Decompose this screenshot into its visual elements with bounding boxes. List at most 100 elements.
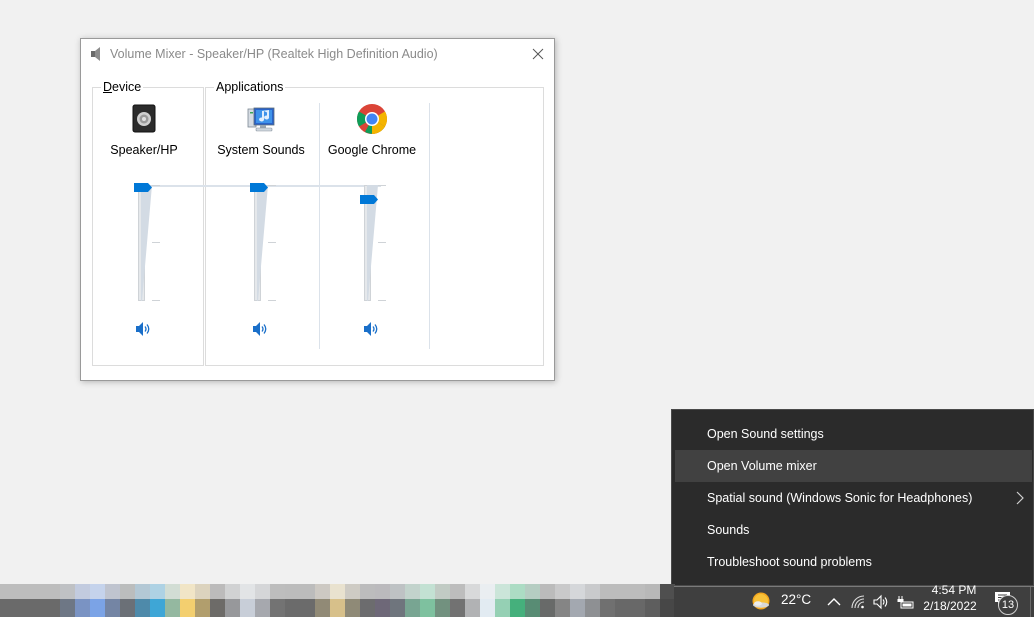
blur-cell <box>375 584 383 599</box>
channel-system-sounds: System Sounds <box>206 103 316 343</box>
blur-cell <box>307 599 315 614</box>
blur-cell <box>435 584 443 599</box>
blur-cell <box>255 599 263 614</box>
blur-cell <box>420 599 428 614</box>
blur-cell <box>562 584 570 599</box>
volume-level-wedge <box>257 185 268 301</box>
blur-cell <box>172 584 180 599</box>
menu-item-label: Troubleshoot sound problems <box>707 555 872 569</box>
blur-cell <box>187 584 195 599</box>
blur-cell <box>315 599 323 614</box>
mute-button[interactable] <box>363 321 381 337</box>
channel-speaker-hp: Speaker/HP <box>89 103 199 343</box>
volume-slider[interactable] <box>360 183 400 305</box>
blur-cell <box>120 584 128 599</box>
channel-name: Speaker/HP <box>110 143 178 157</box>
blur-cell <box>52 584 60 599</box>
menu-item-label: Open Volume mixer <box>707 459 817 473</box>
partly-sunny-icon[interactable] <box>750 591 772 613</box>
blur-cell <box>510 599 518 614</box>
blur-cell <box>652 584 660 599</box>
mute-button[interactable] <box>135 321 153 337</box>
slider-tick <box>152 242 160 243</box>
applications-group-label: Applications <box>214 79 286 95</box>
blur-cell <box>592 584 600 599</box>
mute-button[interactable] <box>252 321 270 337</box>
blur-cell <box>127 584 135 599</box>
blur-cell <box>525 584 533 599</box>
channel-name: Google Chrome <box>327 143 417 157</box>
blur-cell <box>52 599 60 614</box>
blur-cell <box>307 584 315 599</box>
blur-cell <box>532 584 540 599</box>
slider-tick <box>378 242 386 243</box>
blur-cell <box>622 584 630 599</box>
blur-cell <box>480 584 488 599</box>
temperature[interactable]: 22°C <box>781 592 811 607</box>
close-button[interactable] <box>528 44 548 64</box>
blur-cell <box>150 584 158 599</box>
blur-cell <box>517 599 525 614</box>
blur-cell <box>232 584 240 599</box>
menu-item-open-volume-mixer[interactable]: Open Volume mixer <box>675 450 1032 482</box>
slider-thumb[interactable] <box>250 183 268 192</box>
blur-cell <box>240 584 248 599</box>
blur-cell <box>442 584 450 599</box>
clock-date[interactable]: 2/18/2022 <box>920 599 980 613</box>
blur-cell <box>457 599 465 614</box>
blur-cell <box>555 584 563 599</box>
blur-cell <box>195 584 203 599</box>
network-icon[interactable] <box>849 593 867 611</box>
chrome-icon <box>357 104 388 134</box>
menu-item-troubleshoot[interactable]: Troubleshoot sound problems <box>675 546 1032 578</box>
blur-cell <box>172 599 180 614</box>
blur-cell <box>112 584 120 599</box>
volume-slider[interactable] <box>134 183 174 305</box>
blur-cell <box>592 599 600 614</box>
blur-cell <box>547 599 555 614</box>
blur-cell <box>142 599 150 614</box>
blur-cell <box>255 584 263 599</box>
blur-cell <box>217 599 225 614</box>
blur-cell <box>300 599 308 614</box>
blur-cell <box>652 599 660 614</box>
blur-cell <box>427 584 435 599</box>
menu-item-open-sound-settings[interactable]: Open Sound settings <box>675 418 1032 450</box>
device-group-label: Device <box>101 79 144 95</box>
slider-tick <box>378 185 386 186</box>
blur-cell <box>7 599 15 614</box>
blur-cell <box>600 584 608 599</box>
device-label-rest: evice <box>112 80 142 94</box>
blur-cell <box>397 599 405 614</box>
blur-cell <box>105 599 113 614</box>
speaker-title-icon <box>91 47 100 61</box>
blur-cell <box>562 599 570 614</box>
blur-cell <box>45 584 53 599</box>
slider-thumb[interactable] <box>134 183 152 192</box>
menu-item-sounds[interactable]: Sounds <box>675 514 1032 546</box>
blur-cell <box>660 599 668 614</box>
blur-cell <box>487 584 495 599</box>
volume-slider[interactable] <box>250 183 290 305</box>
blur-cell <box>465 584 473 599</box>
blur-cell <box>330 599 338 614</box>
clock-time[interactable]: 4:54 PM <box>924 583 984 597</box>
slider-tick <box>152 185 160 186</box>
blur-cell <box>37 599 45 614</box>
menu-item-spatial-sound[interactable]: Spatial sound (Windows Sonic for Headpho… <box>675 482 1032 514</box>
taskbar-tray: 22°C 4:54 PM 2/18/2022 13 <box>674 583 1034 617</box>
blur-cell <box>517 584 525 599</box>
blur-cell <box>427 599 435 614</box>
blur-cell <box>412 584 420 599</box>
channel-google-chrome: Google Chrome <box>317 103 427 343</box>
show-desktop-button[interactable] <box>1030 587 1034 617</box>
chevron-up-icon[interactable] <box>825 593 843 611</box>
volume-icon[interactable] <box>872 593 890 611</box>
slider-thumb[interactable] <box>360 194 378 204</box>
blur-cell <box>480 599 488 614</box>
blur-cell <box>285 584 293 599</box>
title-bar[interactable]: Volume Mixer - Speaker/HP (Realtek High … <box>81 39 554 69</box>
battery-icon[interactable] <box>896 593 914 611</box>
blur-cell <box>195 599 203 614</box>
blur-cell <box>82 599 90 614</box>
